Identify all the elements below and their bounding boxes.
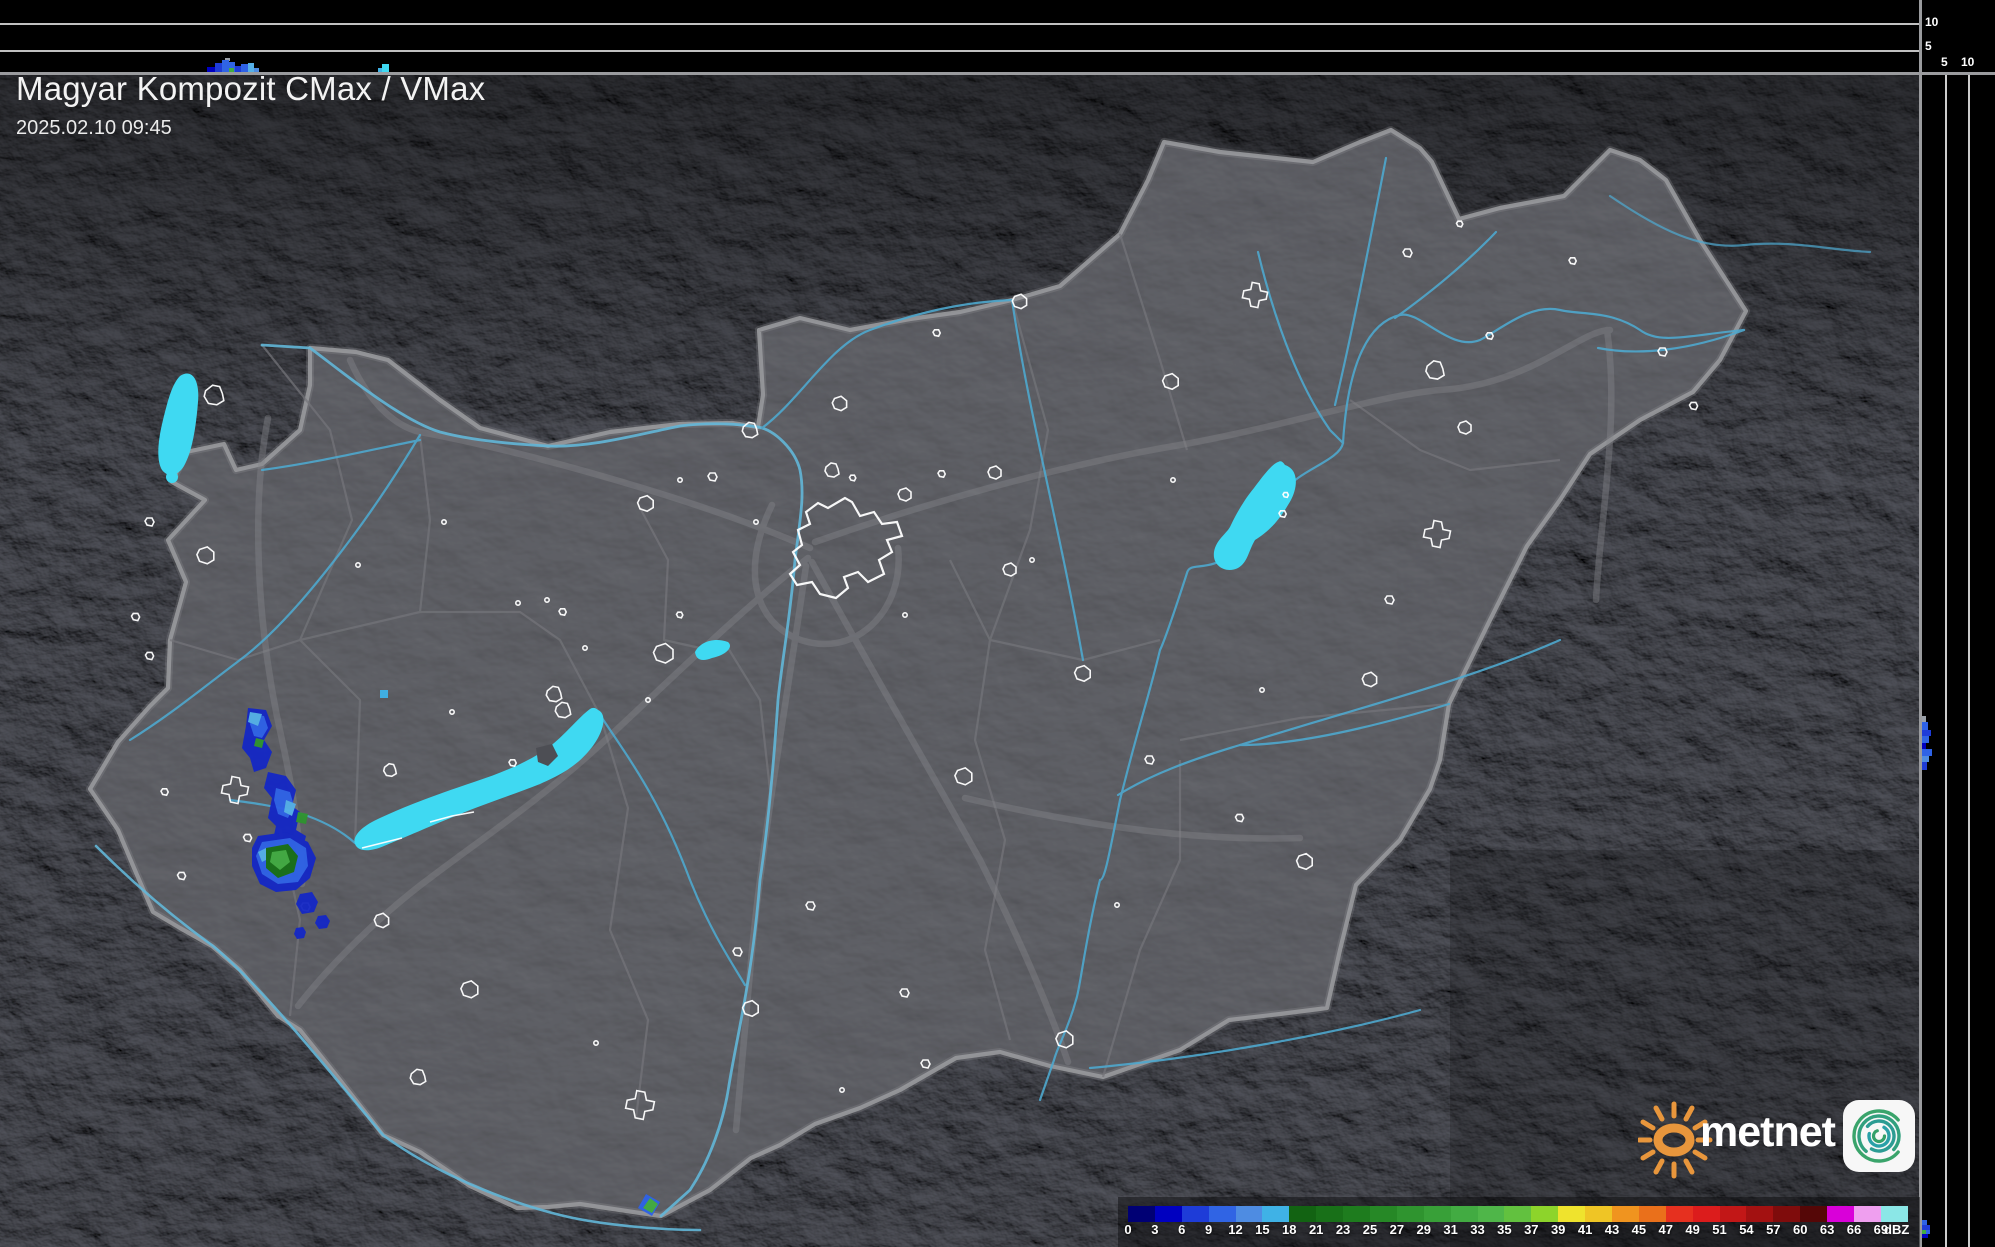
legend-color-segment [1558,1206,1586,1222]
top-profile-axis-10km: 10 [1925,15,1939,29]
metnet-logo: metnet [1636,1088,1924,1188]
top-profile-strip [0,0,1920,73]
legend-color-segment [1692,1206,1720,1222]
legend-value: 18 [1282,1222,1297,1237]
legend-color-segment [1585,1206,1613,1222]
legend-value: 45 [1631,1222,1647,1237]
legend-color-bar [1128,1206,1908,1222]
legend-value: 9 [1205,1222,1213,1237]
legend-color-segment [1289,1206,1317,1222]
legend-color-segment [1262,1206,1290,1222]
radar-map-svg [0,0,1995,1247]
legend-value: 35 [1497,1222,1512,1237]
title-block: Magyar Kompozit CMax / VMax 2025.02.10 0… [16,70,485,140]
legend-color-segment [1880,1206,1908,1222]
legend-color-segment [1208,1206,1236,1222]
legend-value: 3 [1151,1222,1159,1237]
legend-value: 66 [1846,1222,1862,1237]
legend-value: 15 [1255,1222,1270,1237]
legend-value: 12 [1228,1222,1243,1237]
legend-color-segment [1154,1206,1182,1222]
legend-value: 25 [1362,1222,1378,1237]
echo-small-north [380,690,388,698]
legend-value: 29 [1416,1222,1431,1237]
legend-value: 47 [1658,1222,1673,1237]
legend-value: 60 [1792,1222,1808,1237]
legend-value: 54 [1739,1222,1754,1237]
legend-value: 21 [1308,1222,1324,1237]
top-profile-axis-5km: 5 [1925,39,1932,53]
legend-color-segment [1746,1206,1774,1222]
legend-color-segment [1638,1206,1666,1222]
spiral-app-icon [1843,1100,1915,1172]
right-profile-axis-5km: 5 [1941,55,1948,69]
legend-value: 6 [1178,1222,1186,1237]
legend-unit: dBZ [1884,1222,1910,1237]
legend-color-segment [1396,1206,1424,1222]
legend-color-segment [1531,1206,1559,1222]
legend-color-segment [1128,1206,1155,1222]
legend-color-segment [1612,1206,1639,1222]
legend-value: 33 [1470,1222,1485,1237]
radar-screen: Magyar Kompozit CMax / VMax 2025.02.10 0… [0,0,1995,1247]
legend-color-segment [1477,1206,1505,1222]
legend-value: 31 [1443,1222,1458,1237]
legend-value-labels: 0 3 6 9 12 15 18 21 23 25 27 29 31 33 35 37 39 41 43 45 47 49… [1115,1222,1895,1237]
right-profile-strip [1920,0,1995,1247]
legend-value: 41 [1577,1222,1593,1237]
legend-value: 49 [1685,1222,1700,1237]
legend-color-segment [1800,1206,1828,1222]
legend-color-segment [1423,1206,1451,1222]
legend-color-segment [1343,1206,1371,1222]
legend-color-segment [1827,1206,1855,1222]
brand-name: metnet [1700,1108,1836,1156]
legend-value: 43 [1604,1222,1620,1237]
legend-value: 0 [1124,1222,1132,1237]
legend-value: 23 [1335,1222,1351,1237]
legend-color-segment [1450,1206,1478,1222]
legend-color-segment [1665,1206,1693,1222]
legend-value: 39 [1550,1222,1566,1237]
legend-value: 57 [1766,1222,1781,1237]
legend-color-segment [1235,1206,1263,1222]
timestamp: 2025.02.10 09:45 [16,117,172,139]
page-title: Magyar Kompozit CMax / VMax [16,70,486,107]
legend-value: 63 [1819,1222,1835,1237]
legend-value: 51 [1712,1222,1727,1237]
map-area [0,73,1920,1247]
legend-color-segment [1773,1206,1801,1222]
right-profile-axis-10km: 10 [1961,55,1975,69]
legend-color-segment [1181,1206,1209,1222]
legend-value: 27 [1389,1222,1405,1237]
legend-color-segment [1504,1206,1532,1222]
legend-color-segment [1316,1206,1344,1222]
legend-color-segment [1719,1206,1747,1222]
legend-color-segment [1370,1206,1397,1222]
legend-color-segment [1854,1206,1881,1222]
legend-value: 37 [1524,1222,1539,1237]
